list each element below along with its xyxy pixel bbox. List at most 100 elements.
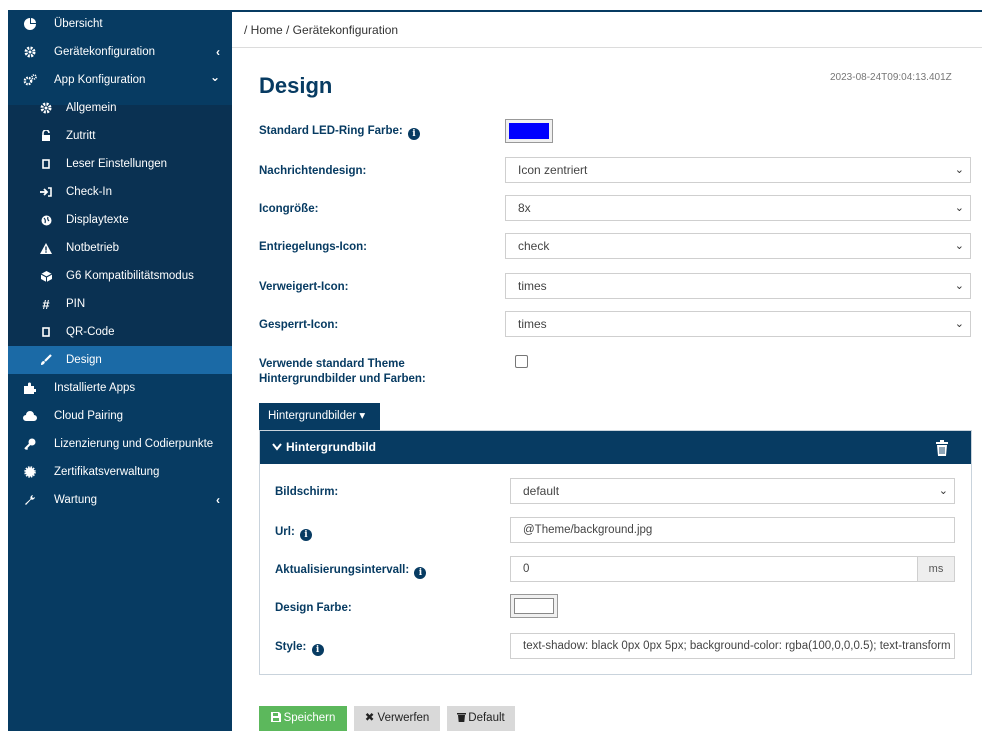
- style-value: text-shadow: black 0px 0px 5px; backgrou…: [523, 640, 951, 652]
- use-theme-label-line2: Hintergrundbilder und Farben:: [259, 373, 426, 385]
- info-icon[interactable]: i: [300, 529, 313, 541]
- page-title: Design: [259, 73, 333, 98]
- default-button-label: Default: [468, 712, 505, 724]
- sidebar-item-app-konfiguration[interactable]: App Konfiguration ⌄: [8, 66, 232, 94]
- background-panel-header[interactable]: Hintergrundbild: [260, 431, 971, 464]
- sidebar-item-label: QR-Code: [66, 326, 115, 338]
- sidebar-item-pin[interactable]: # PIN: [8, 290, 232, 318]
- paint-brush-icon: [36, 346, 56, 374]
- info-icon[interactable]: i: [311, 644, 324, 656]
- led-color-swatch: [509, 123, 549, 139]
- sidebar-item-label: Übersicht: [54, 18, 103, 30]
- denied-icon-select[interactable]: times ⌄: [505, 273, 971, 299]
- sidebar-item-notbetrieb[interactable]: Notbetrieb: [8, 234, 232, 262]
- sidebar-item-design[interactable]: Design: [8, 346, 232, 374]
- trash-icon[interactable]: [935, 440, 949, 456]
- sidebar-item-label: Design: [66, 354, 102, 366]
- message-design-value: Icon zentriert: [518, 163, 588, 177]
- sidebar-item-label: Cloud Pairing: [54, 410, 124, 422]
- sidebar-item-label: Gerätekonfiguration: [54, 46, 156, 58]
- chevron-left-icon: ‹: [216, 45, 220, 59]
- breadcrumb[interactable]: / Home / Gerätekonfiguration: [244, 12, 398, 48]
- info-icon[interactable]: i: [407, 128, 420, 140]
- interval-label: Aktualisierungsintervall: i: [275, 563, 427, 579]
- chevron-down-icon: ⌄: [954, 164, 964, 176]
- url-input[interactable]: @Theme/background.jpg: [510, 517, 955, 543]
- interval-input[interactable]: 0: [510, 556, 918, 582]
- chevron-left-icon: ‹: [216, 493, 220, 507]
- chevron-down-icon: ⌄: [938, 485, 948, 497]
- sidebar-item-allgemein[interactable]: Allgemein: [8, 94, 232, 122]
- sidebar-item-qr-code[interactable]: QR-Code: [8, 318, 232, 346]
- sidebar-item-lizenzierung[interactable]: Lizenzierung und Codierpunkte: [8, 430, 232, 458]
- backgrounds-dropdown-button[interactable]: Hintergrundbilder ▾: [259, 403, 380, 430]
- background-panel-title-text: Hintergrundbild: [286, 440, 376, 454]
- icon-size-select[interactable]: 8x ⌄: [505, 195, 971, 221]
- globe-icon: [36, 206, 56, 234]
- led-color-picker[interactable]: [505, 119, 553, 143]
- certificate-icon: [20, 458, 40, 486]
- design-color-picker[interactable]: [510, 594, 558, 618]
- sidebar-item-leser-einstellungen[interactable]: Leser Einstellungen: [8, 150, 232, 178]
- timestamp: 2023-08-24T09:04:13.401Z: [830, 72, 952, 83]
- url-value: @Theme/background.jpg: [523, 524, 653, 536]
- sidebar-item-label: Installierte Apps: [54, 382, 136, 394]
- unlock-icon-value: check: [518, 239, 550, 253]
- trash-icon: [457, 713, 467, 722]
- design-color-label: Design Farbe:: [275, 602, 352, 614]
- sidebar-item-displaytexte[interactable]: Displaytexte: [8, 206, 232, 234]
- screen-select[interactable]: default ⌄: [510, 478, 955, 504]
- led-color-label: Standard LED-Ring Farbe: i: [259, 124, 420, 140]
- discard-button[interactable]: ✖ Verwerfen: [354, 706, 440, 731]
- unlock-icon-select[interactable]: check ⌄: [505, 233, 971, 259]
- sidebar-item-zutritt[interactable]: Zutritt: [8, 122, 232, 150]
- sign-in-icon: [36, 178, 56, 206]
- cube-icon: [36, 262, 56, 290]
- sidebar-item-installierte-apps[interactable]: Installierte Apps: [8, 374, 232, 402]
- sidebar-item-label: Zutritt: [66, 130, 96, 142]
- sidebar-item-g6-kompatibilitaetsmodus[interactable]: G6 Kompatibilitätsmodus: [8, 262, 232, 290]
- style-input[interactable]: text-shadow: black 0px 0px 5px; backgrou…: [510, 633, 955, 659]
- denied-icon-value: times: [518, 279, 547, 293]
- locked-icon-label: Gesperrt-Icon:: [259, 319, 339, 331]
- sidebar-item-label: Notbetrieb: [66, 242, 120, 254]
- sidebar-item-label: Leser Einstellungen: [66, 158, 168, 170]
- wrench-icon: [20, 486, 40, 514]
- gear-icon: [20, 38, 40, 66]
- info-icon[interactable]: i: [414, 567, 427, 579]
- cloud-icon: [20, 402, 40, 430]
- sidebar-item-label: App Konfiguration: [54, 74, 146, 86]
- save-button[interactable]: Speichern: [259, 706, 347, 731]
- style-label: Style: i: [275, 640, 324, 656]
- design-color-swatch: [514, 598, 554, 614]
- mobile-icon: [36, 150, 56, 178]
- sidebar: Übersicht Gerätekonfiguration ‹ App Konf…: [8, 10, 232, 731]
- locked-icon-value: times: [518, 317, 547, 331]
- sidebar-item-wartung[interactable]: Wartung ‹: [8, 486, 232, 514]
- discard-button-label: Verwerfen: [377, 712, 430, 724]
- use-theme-label-line1: Verwende standard Theme: [259, 358, 405, 370]
- message-design-label: Nachrichtendesign:: [259, 165, 367, 177]
- sidebar-item-uebersicht[interactable]: Übersicht: [8, 10, 232, 38]
- save-button-label: Speichern: [283, 712, 336, 724]
- chevron-down-icon: ⌄: [954, 318, 964, 330]
- use-theme-checkbox[interactable]: [515, 355, 528, 368]
- floppy-icon: [270, 712, 281, 722]
- sidebar-item-geraetekonfiguration[interactable]: Gerätekonfiguration ‹: [8, 38, 232, 66]
- sidebar-item-check-in[interactable]: Check-In: [8, 178, 232, 206]
- topbar: / Home / Gerätekonfiguration: [232, 10, 982, 48]
- default-button[interactable]: Default: [447, 706, 515, 731]
- chevron-down-icon: ⌄: [209, 70, 220, 84]
- mobile-icon: [36, 318, 56, 346]
- url-label: Url: i: [275, 525, 313, 541]
- locked-icon-select[interactable]: times ⌄: [505, 311, 971, 337]
- style-label-text: Style:: [275, 641, 307, 653]
- message-design-select[interactable]: Icon zentriert ⌄: [505, 157, 971, 183]
- interval-label-text: Aktualisierungsintervall:: [275, 564, 410, 576]
- sidebar-item-zertifikatsverwaltung[interactable]: Zertifikatsverwaltung: [8, 458, 232, 486]
- close-icon: ✖: [364, 712, 375, 724]
- sidebar-item-label: G6 Kompatibilitätsmodus: [66, 270, 194, 282]
- screen-label: Bildschirm:: [275, 486, 339, 498]
- chevron-down-icon: [272, 443, 282, 451]
- sidebar-item-cloud-pairing[interactable]: Cloud Pairing: [8, 402, 232, 430]
